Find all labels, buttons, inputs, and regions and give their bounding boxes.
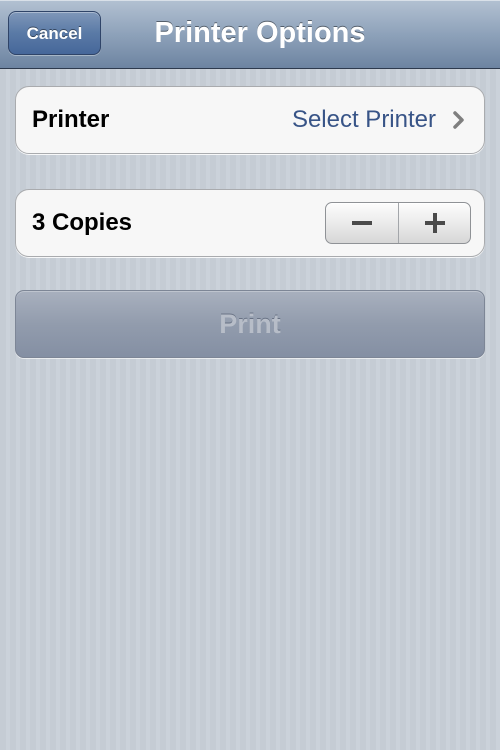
minus-icon [352,221,372,225]
copies-stepper [325,202,471,244]
print-button[interactable]: Print [15,290,485,358]
printer-label: Printer [32,106,110,133]
printer-row[interactable]: Printer Select Printer [15,86,485,154]
decrement-button[interactable] [326,203,398,243]
chevron-right-icon [453,111,464,129]
select-printer-value: Select Printer [291,106,436,133]
page-title: Printer Options [154,17,366,49]
increment-button[interactable] [399,203,470,243]
plus-icon [425,213,445,233]
copies-row: 3 Copies [15,189,485,257]
navigation-bar: Cancel Printer Options [0,0,500,69]
cancel-button[interactable]: Cancel [8,11,101,55]
copies-label: 3 Copies [32,209,133,236]
